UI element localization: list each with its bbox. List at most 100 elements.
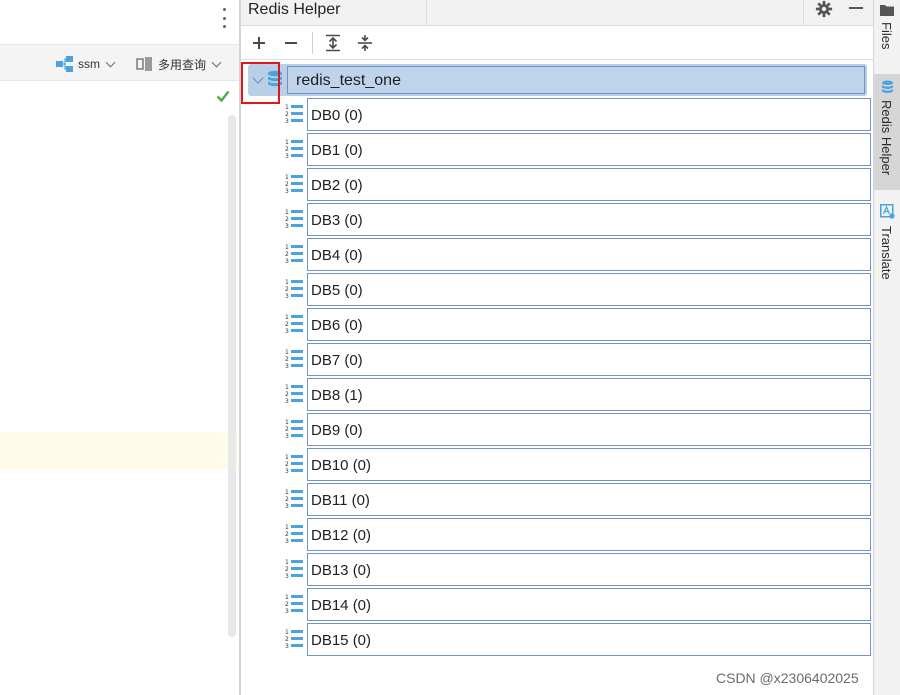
numbered-list-icon: 123 <box>285 314 303 335</box>
svg-text:1: 1 <box>285 419 289 426</box>
svg-text:1: 1 <box>285 524 289 531</box>
tree-item-database[interactable]: 1 2 3 DB15 (0) <box>285 622 873 657</box>
svg-text:1: 1 <box>285 384 289 391</box>
database-name-field[interactable]: DB0 (0) <box>307 98 871 131</box>
more-options-icon[interactable] <box>219 8 229 28</box>
svg-text:2: 2 <box>285 181 289 188</box>
database-name-field[interactable]: DB14 (0) <box>307 588 871 621</box>
svg-text:1: 1 <box>285 629 289 636</box>
svg-text:3: 3 <box>285 643 289 650</box>
numbered-list-icon: 123 <box>285 209 303 230</box>
database-name-field[interactable]: DB13 (0) <box>307 553 871 586</box>
ssm-dropdown[interactable]: ssm <box>56 55 116 73</box>
numbered-list-icon: 123 <box>285 524 303 545</box>
svg-text:2: 2 <box>285 426 289 433</box>
database-name-field[interactable]: DB9 (0) <box>307 413 871 446</box>
svg-text:3: 3 <box>285 363 289 370</box>
tab-redis-helper-label: Redis Helper <box>879 100 894 176</box>
tree-item-database[interactable]: 1 2 3 DB7 (0) <box>285 342 873 377</box>
numbered-list-icon: 123 <box>285 419 303 440</box>
editor-scrollbar[interactable] <box>228 115 236 637</box>
database-name-field[interactable]: DB4 (0) <box>307 238 871 271</box>
tree-item-database[interactable]: 1 2 3 DB11 (0) <box>285 482 873 517</box>
tree-item-database[interactable]: 1 2 3 DB3 (0) <box>285 202 873 237</box>
svg-text:2: 2 <box>285 636 289 643</box>
translate-icon <box>880 204 895 219</box>
svg-text:3: 3 <box>285 258 289 265</box>
svg-text:1: 1 <box>285 594 289 601</box>
numbered-list-icon: 123 <box>285 174 303 195</box>
panel-toolbar <box>241 27 873 60</box>
numbered-list-icon: 123 <box>285 384 303 405</box>
svg-text:2: 2 <box>285 321 289 328</box>
editor-header <box>0 0 240 44</box>
database-name-field[interactable]: DB10 (0) <box>307 448 871 481</box>
remove-icon[interactable] <box>281 33 301 53</box>
svg-text:1: 1 <box>285 244 289 251</box>
chevron-down-icon <box>211 57 222 67</box>
tree-item-database[interactable]: 1 2 3 DB6 (0) <box>285 307 873 342</box>
svg-text:3: 3 <box>285 153 289 160</box>
database-name-field[interactable]: DB12 (0) <box>307 518 871 551</box>
expand-all-icon[interactable] <box>323 33 343 53</box>
database-label: DB14 (0) <box>311 597 372 614</box>
editor-toolbar: ssm 多用查询 <box>0 44 240 81</box>
tab-files[interactable]: Files <box>874 0 900 62</box>
database-label: DB13 (0) <box>311 562 372 579</box>
tree-item-database[interactable]: 1 2 3 DB4 (0) <box>285 237 873 272</box>
numbered-list-icon: 123 <box>285 244 303 265</box>
add-icon[interactable] <box>249 33 269 53</box>
svg-text:2: 2 <box>285 566 289 573</box>
gear-icon[interactable] <box>815 0 833 18</box>
svg-text:2: 2 <box>285 356 289 363</box>
tree-item-database[interactable]: 1 2 3 DB9 (0) <box>285 412 873 447</box>
database-label: DB10 (0) <box>311 457 372 474</box>
numbered-list-icon: 123 <box>285 279 303 300</box>
database-label: DB4 (0) <box>311 247 363 264</box>
tree-item-database[interactable]: 1 2 3 DB14 (0) <box>285 587 873 622</box>
svg-text:2: 2 <box>285 111 289 118</box>
database-name-field[interactable]: DB5 (0) <box>307 273 871 306</box>
tree-item-database[interactable]: 1 2 3 DB5 (0) <box>285 272 873 307</box>
svg-text:3: 3 <box>285 223 289 230</box>
tree-root-connection[interactable]: redis_test_one <box>248 64 867 96</box>
tree-item-database[interactable]: 1 2 3 DB1 (0) <box>285 132 873 167</box>
database-name-field[interactable]: DB1 (0) <box>307 133 871 166</box>
tab-translate[interactable]: Translate <box>874 200 900 290</box>
minimize-icon[interactable] <box>849 7 863 9</box>
svg-text:1: 1 <box>285 104 289 111</box>
svg-text:1: 1 <box>285 349 289 356</box>
tree-item-database[interactable]: 1 2 3 DB2 (0) <box>285 167 873 202</box>
database-name-field[interactable]: DB11 (0) <box>307 483 871 516</box>
database-name-field[interactable]: DB7 (0) <box>307 343 871 376</box>
query-dropdown[interactable]: 多用查询 <box>136 55 222 73</box>
database-label: DB15 (0) <box>311 632 372 649</box>
database-name-field[interactable]: DB8 (1) <box>307 378 871 411</box>
svg-text:2: 2 <box>285 601 289 608</box>
tree-item-database[interactable]: 1 2 3 DB10 (0) <box>285 447 873 482</box>
numbered-list-icon: 123 <box>285 629 303 650</box>
svg-text:2: 2 <box>285 461 289 468</box>
tree-item-database[interactable]: 1 2 3 DB13 (0) <box>285 552 873 587</box>
database-label: DB0 (0) <box>311 107 363 124</box>
svg-text:2: 2 <box>285 146 289 153</box>
toolbar-separator <box>312 32 313 54</box>
database-name-field[interactable]: DB15 (0) <box>307 623 871 656</box>
database-label: DB2 (0) <box>311 177 363 194</box>
database-name-field[interactable]: DB2 (0) <box>307 168 871 201</box>
collapse-all-icon[interactable] <box>355 33 375 53</box>
tree-item-database[interactable]: 1 2 3 DB8 (1) <box>285 377 873 412</box>
connection-name-field[interactable]: redis_test_one <box>287 66 865 94</box>
folder-icon <box>880 5 894 16</box>
numbered-list-icon: 123 <box>285 454 303 475</box>
database-name-field[interactable]: DB6 (0) <box>307 308 871 341</box>
module-icon <box>56 56 73 72</box>
tab-translate-label: Translate <box>879 226 894 280</box>
database-name-field[interactable]: DB3 (0) <box>307 203 871 236</box>
svg-text:2: 2 <box>285 251 289 258</box>
tree-item-database[interactable]: 1 2 3 DB12 (0) <box>285 517 873 552</box>
header-divider <box>803 0 804 26</box>
tab-redis-helper[interactable]: Redis Helper <box>874 74 900 190</box>
tree-item-database[interactable]: 1 2 3 DB0 (0) <box>285 97 873 132</box>
database-label: DB9 (0) <box>311 422 363 439</box>
